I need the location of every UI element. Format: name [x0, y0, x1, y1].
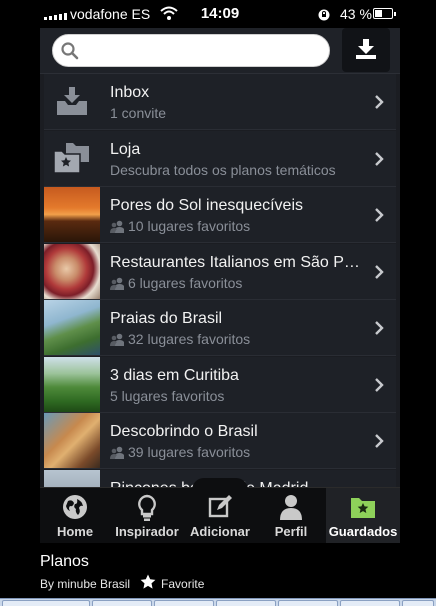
edit-icon	[207, 494, 233, 523]
taskbar-button[interactable]	[278, 600, 338, 606]
list-item-title: Praias do Brasil	[110, 310, 223, 327]
list-item-title: Descobrindo o Brasil	[110, 423, 258, 440]
list-item-count: 1 convite	[110, 105, 167, 121]
list-item-count: 32 lugares favoritos	[128, 331, 251, 347]
list-item-subtitle: 39 lugares favoritos	[110, 444, 250, 460]
lightbulb-icon	[136, 494, 158, 525]
folder-star-icon	[349, 494, 377, 523]
taskbar-button[interactable]	[2, 600, 90, 606]
plan-thumbnail	[44, 243, 100, 299]
tab-inspirador-label: Inspirador	[115, 524, 179, 539]
list-item-title: Loja	[110, 140, 141, 158]
plan-thumbnail	[44, 469, 100, 488]
chevron-right-icon	[374, 377, 384, 397]
list-item[interactable]: Praias do Brasil 32 lugares favoritos	[44, 300, 396, 356]
favorite-link[interactable]: Favorite	[161, 577, 204, 591]
globe-icon	[62, 494, 88, 523]
caption-title: Planos	[40, 553, 89, 570]
list-item-subtitle: Descubra todos os planos temáticos	[110, 162, 336, 178]
tab-adicionar-label: Adicionar	[190, 524, 250, 539]
taskbar-button[interactable]	[402, 600, 434, 606]
download-icon	[356, 39, 376, 59]
tab-perfil-label: Perfil	[274, 524, 308, 539]
list-item-subtitle: 6 lugares favoritos	[110, 275, 242, 291]
list-item-title: 3 dias em Curitiba	[110, 366, 239, 384]
chevron-right-icon	[374, 95, 384, 114]
download-button[interactable]	[342, 28, 390, 72]
people-icon	[110, 331, 128, 347]
chevron-right-icon	[374, 434, 384, 453]
caption-author: By minube Brasil	[40, 576, 131, 591]
phone-screen: vodafone ES 14:09 43 % Inbox 1 convite L…	[40, 0, 400, 543]
tab-guardados-label: Guardados	[328, 524, 398, 539]
plans-list: Inbox 1 convite Loja Descubra todos os plan…	[44, 74, 396, 488]
people-icon	[110, 444, 128, 460]
plan-thumbnail	[44, 187, 100, 242]
rotation-lock-icon	[318, 8, 330, 24]
list-item-subtitle: 32 lugares favoritos	[110, 331, 250, 347]
plan-thumbnail	[44, 300, 100, 355]
list-item-count: 10 lugares favoritos	[128, 218, 251, 234]
taskbar-button[interactable]	[340, 600, 400, 606]
search-input[interactable]	[52, 34, 330, 67]
search-icon	[61, 42, 79, 65]
list-item-title: Inbox	[110, 84, 150, 101]
tab-home[interactable]: Home	[40, 488, 110, 543]
inbox-tray-icon	[44, 74, 100, 129]
tab-home-label: Home	[56, 524, 94, 539]
chevron-right-icon	[374, 321, 384, 340]
star-icon[interactable]	[140, 574, 156, 593]
taskbar-strip	[0, 598, 436, 606]
list-item[interactable]: 3 dias em Curitiba 5 lugares favoritos	[44, 356, 396, 413]
list-item-subtitle: 10 lugares favoritos	[110, 218, 250, 234]
tab-adicionar[interactable]: Adicionar	[184, 488, 256, 543]
tab-inspirador[interactable]: Inspirador	[110, 488, 184, 543]
list-item[interactable]: Restaurantes Italianos em São Paulo 6 lug…	[44, 243, 396, 300]
list-item[interactable]: Descobrindo o Brasil 39 lugares favoritos	[44, 413, 396, 469]
taskbar-button[interactable]	[154, 600, 214, 606]
plan-thumbnail	[44, 413, 100, 468]
person-icon	[278, 494, 304, 523]
list-item-count: 6 lugares favoritos	[128, 274, 243, 291]
plan-thumbnail	[44, 356, 100, 412]
folders-star-icon	[44, 130, 100, 186]
search-bar	[40, 28, 400, 74]
chevron-right-icon	[374, 264, 384, 284]
taskbar-button[interactable]	[216, 600, 276, 606]
list-item[interactable]: Pores do Sol inesquecíveis 10 lugares fav…	[44, 187, 396, 243]
people-icon	[110, 275, 128, 291]
battery-percentage: 43 %	[340, 6, 372, 22]
chevron-right-icon	[374, 151, 384, 171]
chevron-right-icon	[374, 208, 384, 227]
list-item-count: 39 lugares favoritos	[128, 444, 251, 460]
list-item-count: Descubra todos os planos temáticos	[110, 161, 336, 178]
list-item-subtitle: 1 convite	[110, 105, 166, 121]
battery-icon	[373, 8, 396, 19]
list-item-title: Pores do Sol inesquecíveis	[110, 197, 303, 214]
tab-perfil[interactable]: Perfil	[256, 488, 326, 543]
list-item-title: Restaurantes Italianos em São Paulo	[110, 253, 368, 271]
list-item-subtitle: 5 lugares favoritos	[110, 388, 224, 404]
list-item-count: 5 lugares favoritos	[110, 387, 225, 404]
list-item[interactable]: Inbox 1 convite	[44, 74, 396, 130]
caption-meta: By minube Brasil Favorite	[40, 574, 204, 593]
taskbar-button[interactable]	[92, 600, 152, 606]
tab-guardados[interactable]: Guardados	[326, 488, 400, 543]
people-icon	[110, 218, 128, 234]
list-item[interactable]: Loja Descubra todos os planos temáticos	[44, 130, 396, 187]
tab-bar: Home Inspirador Adicionar Perfil Guardad	[40, 478, 400, 543]
status-bar: vodafone ES 14:09 43 %	[40, 0, 400, 28]
